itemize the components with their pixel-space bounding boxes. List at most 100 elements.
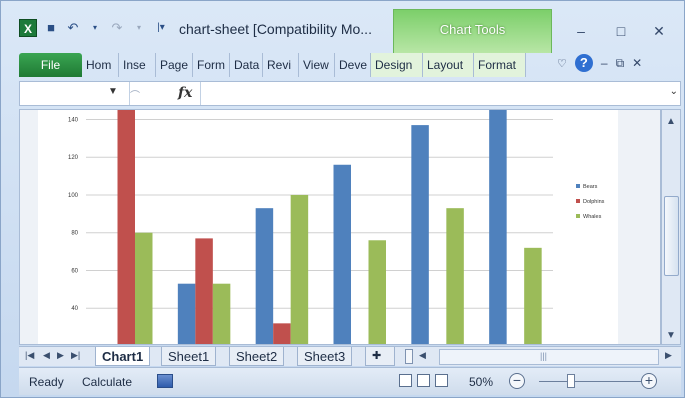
restore-workbook-icon[interactable]: – bbox=[601, 56, 608, 70]
last-sheet-icon[interactable]: ▶| bbox=[71, 350, 80, 361]
bar-bears bbox=[333, 164, 351, 344]
horizontal-scrollbar[interactable]: ||| bbox=[439, 349, 659, 365]
bar-bears bbox=[411, 125, 429, 344]
customize-qat-icon[interactable]: |▾ bbox=[153, 20, 169, 36]
bar-bears bbox=[255, 208, 274, 344]
page-break-view-icon[interactable] bbox=[435, 374, 448, 387]
y-tick-label: 80 bbox=[71, 231, 78, 237]
bar-dolphins bbox=[117, 110, 135, 344]
status-calculate[interactable]: Calculate bbox=[82, 375, 132, 389]
tab-view[interactable]: View bbox=[299, 53, 335, 77]
redo-dropdown-icon[interactable]: ▾ bbox=[131, 20, 147, 36]
maximize-icon[interactable]: □ bbox=[611, 23, 631, 39]
save-icon[interactable]: ■ bbox=[43, 20, 59, 36]
tab-file[interactable]: File bbox=[19, 53, 82, 77]
formula-bar-resize-icon[interactable]: ⌒ bbox=[130, 87, 140, 102]
tab-formulas[interactable]: Form bbox=[193, 53, 230, 77]
insert-function-icon[interactable]: fx bbox=[178, 85, 192, 101]
bar-bears bbox=[177, 283, 196, 344]
scroll-down-icon[interactable]: ▼ bbox=[666, 330, 676, 341]
tab-developer[interactable]: Deve bbox=[335, 53, 371, 77]
zoom-slider-thumb[interactable] bbox=[567, 374, 575, 388]
bar-whales bbox=[524, 247, 542, 344]
formula-bar: ▼ ⌒ fx ⌄ bbox=[19, 81, 681, 106]
bar-whales bbox=[212, 283, 231, 344]
help-icon[interactable]: ? bbox=[574, 54, 593, 72]
ribbon-tabs: File Hom Inse Page Form Data Revi View D… bbox=[19, 53, 526, 77]
scroll-left-icon[interactable]: ◀ bbox=[419, 350, 426, 361]
bar-dolphins bbox=[195, 238, 213, 344]
chart-tools-group: Chart Tools bbox=[393, 9, 552, 53]
legend-swatch bbox=[576, 214, 580, 218]
bar-dolphins bbox=[273, 323, 291, 344]
window-title: chart-sheet [Compatibility Mo... bbox=[179, 21, 372, 37]
legend-swatch bbox=[576, 199, 580, 203]
prev-sheet-icon[interactable]: ◀ bbox=[43, 350, 50, 361]
workbook-close-icon[interactable]: ✕ bbox=[632, 56, 642, 70]
vertical-scrollbar[interactable]: ▲ ▼ bbox=[661, 109, 681, 345]
bar-bears bbox=[489, 110, 507, 344]
tab-design[interactable]: Design bbox=[371, 53, 423, 77]
y-tick-label: 100 bbox=[68, 193, 79, 199]
zoom-level[interactable]: 50% bbox=[469, 375, 493, 389]
name-box-dropdown-icon[interactable]: ▼ bbox=[108, 86, 118, 97]
scroll-right-icon[interactable]: ▶ bbox=[665, 350, 672, 361]
legend-entry: Dolphins bbox=[583, 199, 605, 205]
tab-format[interactable]: Format bbox=[474, 53, 526, 77]
y-tick-label: 120 bbox=[68, 155, 79, 161]
tab-insert[interactable]: Inse bbox=[119, 53, 156, 77]
workbook-restore-icon[interactable]: ⧉ bbox=[616, 56, 625, 71]
sheet-tab-bar: |◀ ◀ ▶ ▶| Chart1 Sheet1 Sheet2 Sheet3 ✚ … bbox=[19, 346, 681, 366]
legend-entry: Bears bbox=[583, 184, 598, 190]
horizontal-scroll-grip-icon[interactable]: ||| bbox=[540, 351, 547, 361]
tab-data[interactable]: Data bbox=[230, 53, 263, 77]
zoom-slider[interactable] bbox=[539, 381, 641, 382]
chart[interactable]: 40 60 80 100 120 140 Bears Dolphins Whales bbox=[38, 110, 618, 344]
sheet-tab-sheet1[interactable]: Sheet1 bbox=[161, 347, 217, 366]
status-mode: Ready bbox=[29, 375, 64, 389]
vertical-scroll-thumb[interactable] bbox=[664, 196, 679, 276]
chart-sheet-area: 40 60 80 100 120 140 Bears Dolphins Whales bbox=[19, 109, 661, 345]
status-bar: Ready Calculate 50% − + bbox=[19, 367, 681, 395]
y-tick-label: 140 bbox=[68, 117, 79, 123]
excel-app-icon[interactable]: X bbox=[19, 19, 37, 37]
legend-swatch bbox=[576, 184, 580, 188]
first-sheet-icon[interactable]: |◀ bbox=[25, 350, 34, 361]
minimize-ribbon-icon[interactable]: ♡ bbox=[557, 57, 567, 70]
formula-input[interactable] bbox=[200, 82, 660, 105]
y-tick-label: 40 bbox=[71, 306, 78, 312]
sheet-tab-chart1[interactable]: Chart1 bbox=[95, 347, 151, 366]
bar-whales bbox=[446, 208, 464, 344]
quick-access-toolbar: X ■ ↶ ▾ ↷ ▾ |▾ bbox=[19, 19, 169, 37]
expand-formula-bar-icon[interactable]: ⌄ bbox=[670, 86, 678, 97]
scroll-up-icon[interactable]: ▲ bbox=[666, 116, 676, 127]
close-icon[interactable]: ✕ bbox=[649, 23, 669, 40]
macro-record-icon[interactable] bbox=[157, 374, 173, 388]
ribbon-right-icons: ♡ ? – ⧉ ✕ bbox=[557, 54, 642, 72]
chart-svg: 40 60 80 100 120 140 Bears Dolphins Whales bbox=[68, 110, 605, 344]
title-bar: X ■ ↶ ▾ ↷ ▾ |▾ chart-sheet [Compatibilit… bbox=[1, 1, 685, 53]
tab-layout[interactable]: Layout bbox=[423, 53, 474, 77]
zoom-out-icon[interactable]: − bbox=[509, 373, 525, 389]
page-layout-view-icon[interactable] bbox=[417, 374, 430, 387]
sheet-tab-sheet3[interactable]: Sheet3 bbox=[297, 347, 353, 366]
minimize-icon[interactable]: – bbox=[571, 23, 591, 39]
normal-view-icon[interactable] bbox=[399, 374, 412, 387]
next-sheet-icon[interactable]: ▶ bbox=[57, 350, 64, 361]
sheet-tab-sheet2[interactable]: Sheet2 bbox=[229, 347, 285, 366]
undo-dropdown-icon[interactable]: ▾ bbox=[87, 20, 103, 36]
bar-whales bbox=[290, 194, 309, 344]
tab-split-handle[interactable] bbox=[405, 349, 413, 364]
y-tick-label: 60 bbox=[71, 268, 78, 274]
tab-review[interactable]: Revi bbox=[263, 53, 299, 77]
zoom-in-icon[interactable]: + bbox=[641, 373, 657, 389]
undo-icon[interactable]: ↶ bbox=[65, 20, 81, 36]
redo-icon[interactable]: ↷ bbox=[109, 20, 125, 36]
tab-home[interactable]: Hom bbox=[82, 53, 119, 77]
tab-page-layout[interactable]: Page bbox=[156, 53, 193, 77]
bar-whales bbox=[368, 240, 386, 344]
legend-entry: Whales bbox=[583, 214, 602, 220]
excel-window: X ■ ↶ ▾ ↷ ▾ |▾ chart-sheet [Compatibilit… bbox=[0, 0, 685, 398]
insert-sheet-icon[interactable]: ✚ bbox=[365, 347, 395, 366]
bar-whales bbox=[135, 232, 153, 344]
